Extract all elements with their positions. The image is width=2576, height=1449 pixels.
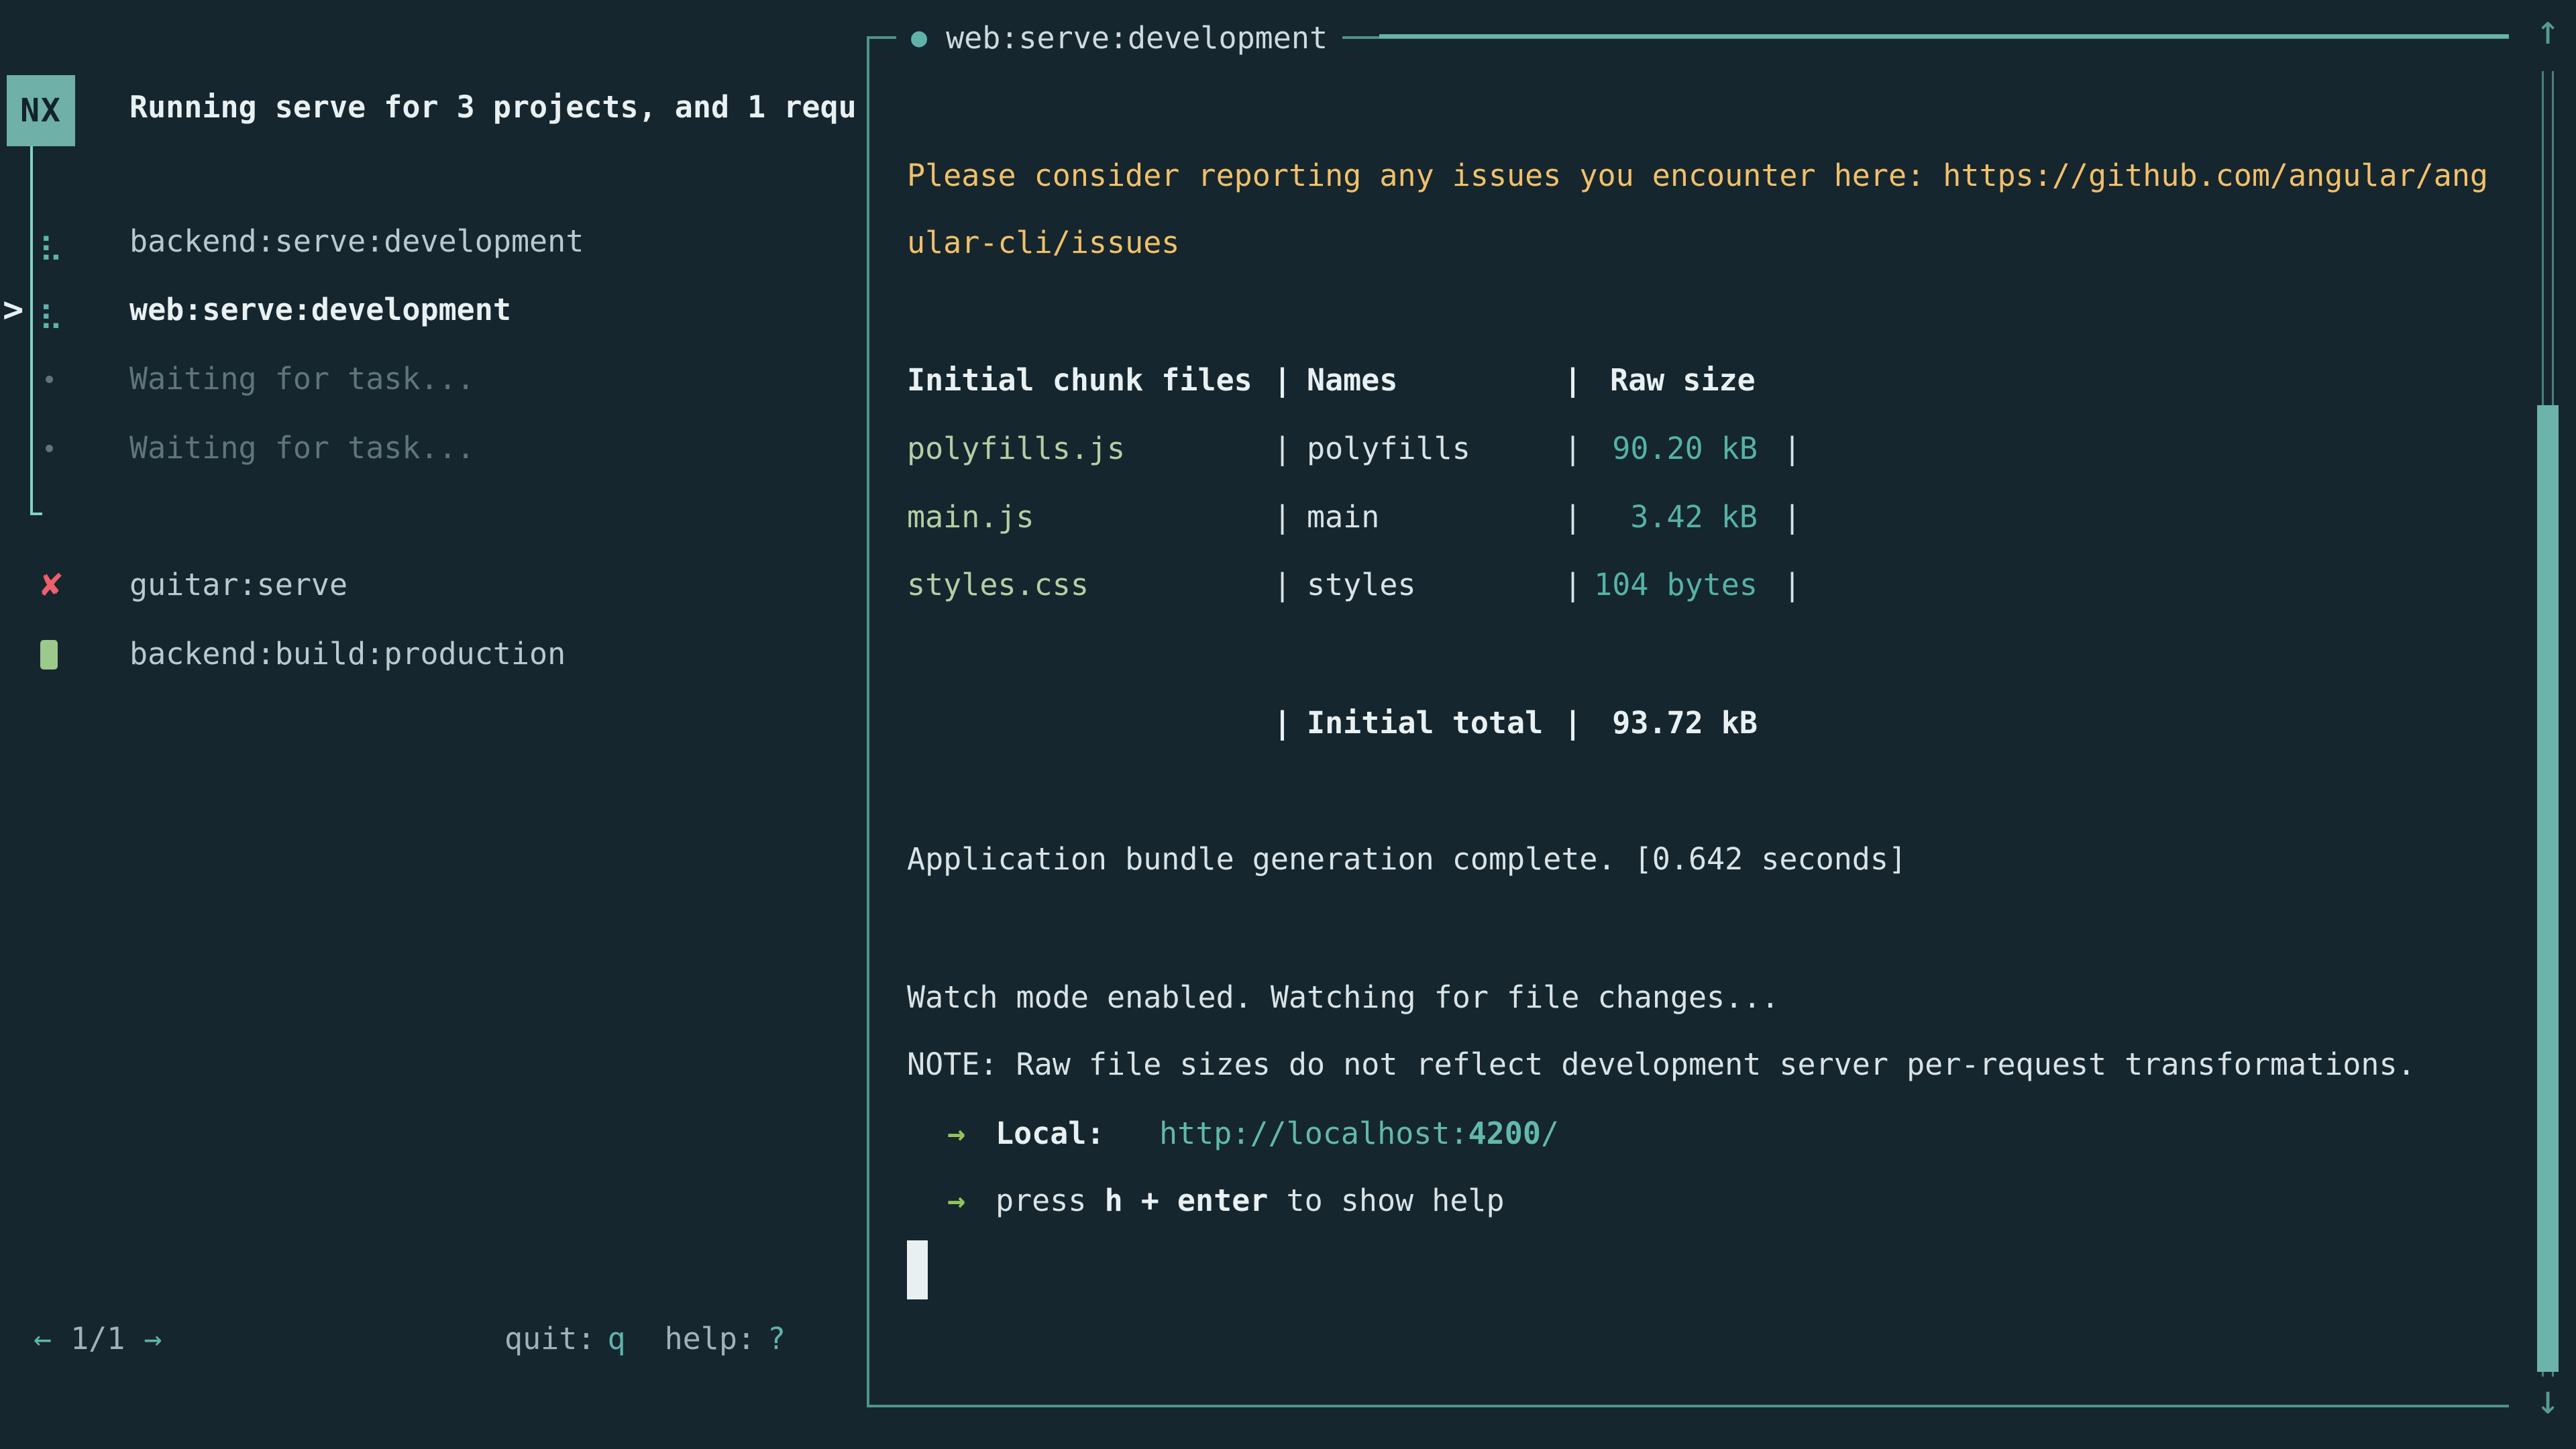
chunk-size: 104 bytes [1583, 564, 1758, 606]
column-separator: | [1783, 564, 1801, 606]
help-hint-pre: press [996, 1183, 1105, 1218]
chunk-size: 3.42 kB [1583, 496, 1758, 539]
chunk-file-name: main.js [907, 496, 1034, 539]
chunk-name: main [1307, 496, 1379, 539]
page-indicator: 1/1 [70, 1318, 125, 1360]
task-row-waiting-1[interactable]: Waiting for task... [0, 358, 865, 400]
task-row-guitar-serve[interactable]: ✘ guitar:serve [0, 564, 865, 606]
column-header-raw-size: Raw size [1610, 359, 1756, 402]
task-label: guitar:serve [129, 564, 347, 606]
quit-label: quit: [504, 1318, 595, 1360]
quit-key: q [607, 1318, 625, 1360]
notice-line-1: Please consider reporting any issues you… [907, 154, 2488, 197]
column-separator: | [1564, 702, 1582, 745]
column-header-files: Initial chunk files [907, 359, 1252, 402]
column-header-names: Names [1307, 359, 1397, 402]
column-separator: | [1564, 496, 1582, 539]
task-success-icon [40, 640, 58, 669]
prompt-arrow-icon: → [947, 1179, 965, 1222]
terminal-title-rule [1379, 34, 2509, 38]
column-separator: | [1273, 702, 1291, 745]
url-prefix: http://localhost: [1159, 1116, 1468, 1151]
column-separator: | [1273, 359, 1291, 402]
task-label: Waiting for task... [129, 427, 475, 470]
column-separator: | [1564, 359, 1582, 402]
chunk-name: polyfills [1307, 427, 1470, 470]
url-port: 4200 [1468, 1116, 1541, 1151]
nx-tui-screen: NX Running serve for 3 projects, and 1 r… [0, 0, 2576, 1449]
local-label: Local: [996, 1112, 1105, 1155]
column-separator: | [1273, 427, 1291, 470]
local-url-link[interactable]: http://localhost:4200/ [1159, 1112, 1559, 1155]
pagination: ← 1/1 → [34, 1318, 162, 1360]
terminal-title-text: web:serve:development [946, 20, 1328, 56]
chunk-size: 90.20 kB [1583, 427, 1758, 470]
keyboard-shortcuts: quit: q help: ? [504, 1318, 786, 1360]
column-separator: | [1273, 564, 1291, 606]
column-separator: | [1783, 496, 1801, 539]
nx-logo: NX [7, 75, 75, 146]
scrollbar-thumb[interactable] [2537, 405, 2559, 1372]
task-label: Waiting for task... [129, 358, 475, 400]
task-label: backend:build:production [129, 633, 566, 676]
running-bullet-icon: ● [911, 22, 927, 53]
initial-total-size: 93.72 kB [1583, 702, 1758, 745]
help-hint-post: to show help [1268, 1183, 1504, 1218]
watch-mode-message: Watch mode enabled. Watching for file ch… [907, 976, 1779, 1019]
chunk-name: styles [1307, 564, 1416, 606]
help-hint-text: press h + enter to show help [996, 1179, 1505, 1222]
page-next-arrow-icon[interactable]: → [144, 1318, 162, 1360]
app-header-title: Running serve for 3 projects, and 1 requ [129, 86, 862, 129]
column-separator: | [1783, 427, 1801, 470]
url-suffix: / [1541, 1116, 1559, 1151]
terminal-panel-title: ● web:serve:development [896, 14, 1342, 61]
column-separator: | [1273, 496, 1291, 539]
column-separator: | [1564, 564, 1582, 606]
task-row-waiting-2[interactable]: Waiting for task... [0, 427, 865, 470]
help-hint-key: h + enter [1105, 1183, 1269, 1218]
chunk-file-name: styles.css [907, 564, 1089, 606]
task-row-backend-build[interactable]: backend:build:production [0, 633, 865, 676]
raw-size-note: NOTE: Raw file sizes do not reflect deve… [907, 1043, 2416, 1086]
task-row-web-serve[interactable]: > ⣆ web:serve:development [0, 288, 865, 331]
task-group-line-corner [30, 513, 42, 515]
terminal-cursor [907, 1240, 928, 1299]
help-label: help: [665, 1318, 755, 1360]
page-prev-arrow-icon[interactable]: ← [34, 1318, 52, 1360]
bundle-complete-message: Application bundle generation complete. … [907, 838, 1907, 881]
task-label: web:serve:development [129, 288, 511, 331]
scroll-up-icon[interactable]: ↑ [2526, 7, 2569, 54]
scroll-down-icon[interactable]: ↓ [2526, 1377, 2569, 1424]
nx-logo-text: NX [20, 92, 62, 129]
prompt-arrow-icon: → [947, 1112, 965, 1155]
waiting-dot-icon [46, 445, 53, 452]
notice-line-2: ular-cli/issues [907, 221, 1179, 264]
selected-task-chevron-icon: > [3, 288, 23, 331]
column-separator: | [1564, 427, 1582, 470]
spinner-icon: ⣆ [35, 288, 67, 331]
waiting-dot-icon [46, 376, 53, 383]
initial-total-label: Initial total [1307, 702, 1543, 745]
chunk-file-name: polyfills.js [907, 427, 1125, 470]
spinner-icon: ⣆ [35, 220, 67, 263]
task-label: backend:serve:development [129, 220, 584, 263]
task-failed-icon: ✘ [35, 564, 67, 606]
help-key: ? [767, 1318, 786, 1360]
task-row-backend-serve[interactable]: ⣆ backend:serve:development [0, 220, 865, 263]
